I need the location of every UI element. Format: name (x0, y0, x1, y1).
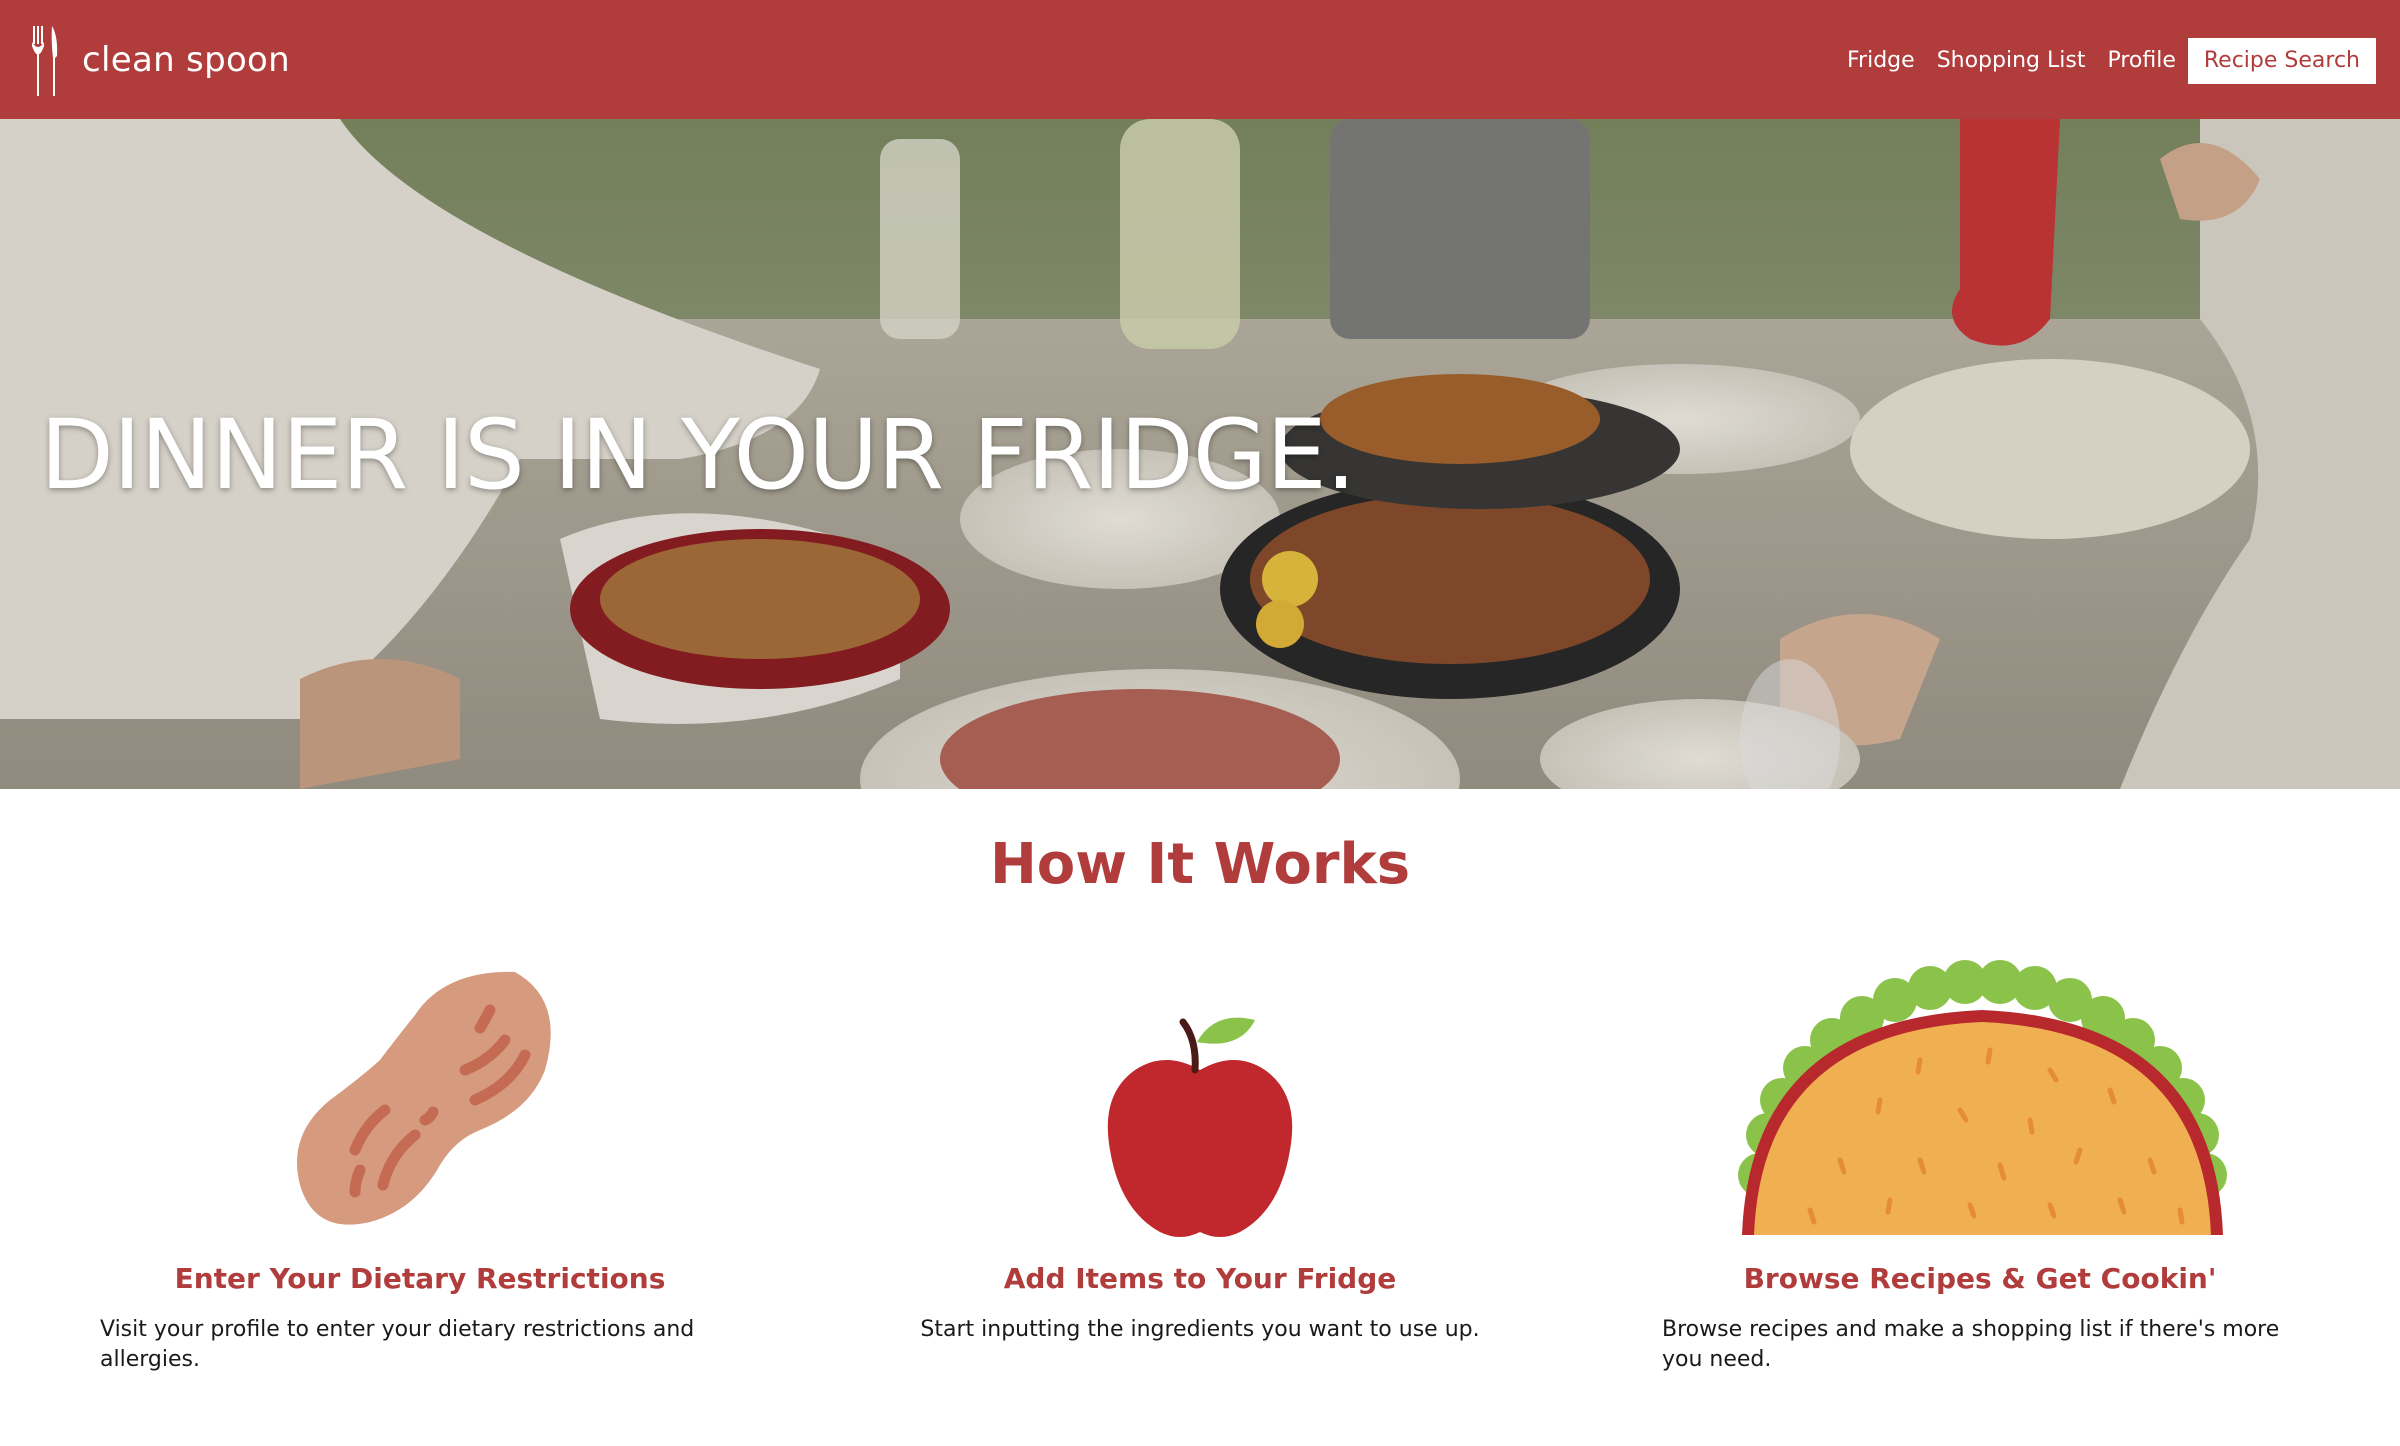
top-navbar: clean spoon Fridge Shopping List Profile… (0, 0, 2400, 119)
how-it-works-title: How It Works (989, 832, 1411, 897)
step-add-items: Add Items to Your Fridge Start inputting… (840, 960, 1560, 1342)
peanut-icon (296, 971, 551, 1225)
step-3-description: Browse recipes and make a shopping list … (1662, 1317, 2280, 1372)
taco-icon (1738, 960, 2227, 1235)
step-2-description: Start inputting the ingredients you want… (920, 1317, 1480, 1342)
main-nav: Fridge Shopping List Profile Recipe Sear… (1825, 38, 2376, 84)
step-dietary-restrictions: Enter Your Dietary Restrictions Visit yo… (60, 960, 780, 1372)
hero-banner: DINNER IS IN YOUR FRIDGE. (0, 119, 2400, 789)
nav-shopping-list[interactable]: Shopping List (1937, 38, 2086, 84)
step-1-title: Enter Your Dietary Restrictions (174, 1262, 666, 1295)
nav-profile[interactable]: Profile (2107, 38, 2175, 84)
brand-name: clean spoon (82, 40, 290, 80)
step-1-description: Visit your profile to enter your dietary… (100, 1317, 695, 1372)
step-2-title: Add Items to Your Fridge (1003, 1262, 1397, 1295)
hero-title: DINNER IS IN YOUR FRIDGE. (40, 399, 1356, 511)
step-browse-recipes: Browse Recipes & Get Cookin' Browse reci… (1620, 960, 2340, 1372)
nav-recipe-search-button[interactable]: Recipe Search (2187, 38, 2376, 84)
step-3-title: Browse Recipes & Get Cookin' (1743, 1262, 2217, 1295)
fork-knife-icon (32, 26, 58, 96)
apple-icon (1107, 1017, 1293, 1237)
brand-link[interactable]: clean spoon (30, 22, 290, 98)
nav-fridge[interactable]: Fridge (1847, 38, 1915, 84)
